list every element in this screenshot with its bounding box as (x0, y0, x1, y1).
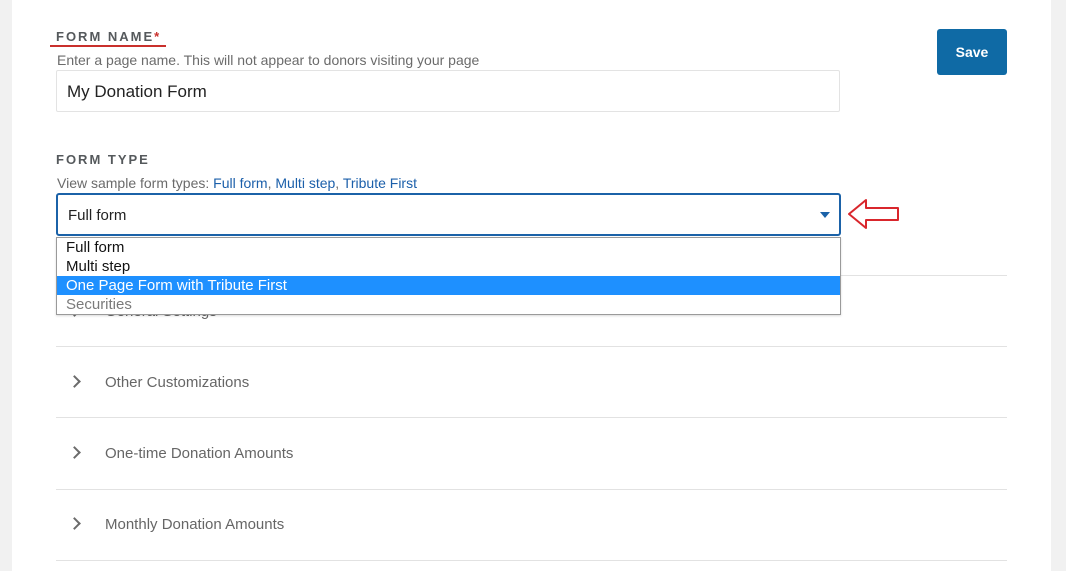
form-name-label-text: FORM NAME (56, 29, 155, 44)
form-name-underline (50, 45, 166, 47)
section-label: Other Customizations (105, 374, 250, 391)
section-one-time-donation-amounts[interactable]: One-time Donation Amounts (56, 434, 1007, 474)
chevron-right-icon (68, 375, 81, 388)
divider (56, 346, 1007, 347)
divider (56, 417, 1007, 418)
sample-link-tribute-first[interactable]: Tribute First (343, 175, 417, 191)
option-full-form[interactable]: Full form (57, 238, 840, 257)
section-monthly-donation-amounts[interactable]: Monthly Donation Amounts (56, 505, 1007, 545)
form-type-dropdown-list: Full form Multi step One Page Form with … (56, 237, 841, 315)
caret-down-icon (820, 212, 830, 218)
form-type-selected-value: Full form (68, 207, 127, 224)
form-type-hint-prefix: View sample form types: (57, 175, 214, 191)
option-multi-step[interactable]: Multi step (57, 257, 840, 276)
sample-link-multi-step[interactable]: Multi step (275, 175, 335, 191)
form-name-hint: Enter a page name. This will not appear … (57, 52, 480, 68)
sample-link-full-form[interactable]: Full form (213, 175, 267, 191)
section-label: One-time Donation Amounts (105, 445, 294, 462)
form-type-label: FORM TYPE (56, 152, 150, 167)
save-button[interactable]: Save (937, 29, 1007, 75)
arrow-left-outline-icon (848, 199, 899, 229)
section-label: Monthly Donation Amounts (105, 516, 285, 533)
section-other-customizations[interactable]: Other Customizations (56, 363, 1007, 403)
chevron-right-icon (68, 446, 81, 459)
option-one-page-tribute-first[interactable]: One Page Form with Tribute First (57, 276, 840, 295)
divider (56, 489, 1007, 490)
form-name-input[interactable]: My Donation Form (56, 70, 840, 112)
link-separator: , (335, 175, 343, 191)
chevron-right-icon (68, 517, 81, 530)
option-securities[interactable]: Securities (57, 295, 840, 314)
form-type-select[interactable]: Full form (56, 193, 841, 236)
form-name-label: FORM NAME* (56, 29, 161, 44)
form-type-hint: View sample form types: Full form, Multi… (57, 175, 417, 191)
divider (56, 560, 1007, 561)
required-marker: * (154, 29, 162, 44)
